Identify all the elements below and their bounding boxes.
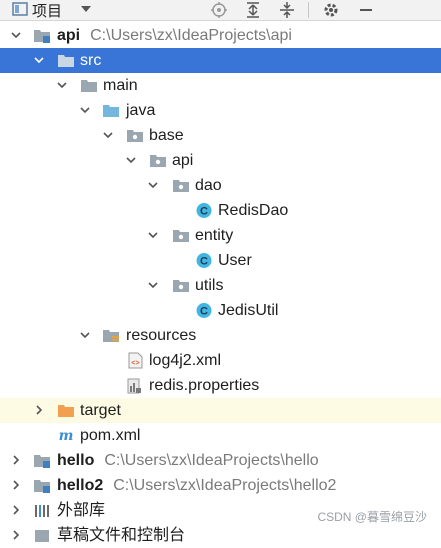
svg-text:C: C — [200, 206, 208, 218]
class-icon: C — [196, 303, 212, 318]
tree-label-dao: dao — [195, 177, 222, 194]
xml-file-icon: <> — [128, 352, 143, 369]
source-folder-icon — [103, 105, 119, 117]
project-tree: api C:\Users\zx\IdeaProjects\api src main… — [0, 23, 441, 544]
tree-label-log4j2: log4j2.xml — [149, 352, 222, 369]
project-view-title[interactable]: 项目 — [32, 0, 62, 21]
scratches-icon — [35, 530, 49, 542]
tree-label-resources: resources — [126, 327, 197, 344]
hide-icon[interactable] — [357, 1, 375, 19]
tree-row-redisdao[interactable]: C RedisDao — [0, 198, 441, 223]
collapse-all-icon[interactable] — [278, 1, 296, 19]
tree-label-hello: hello C:\Users\zx\IdeaProjects\hello — [57, 452, 319, 469]
tree-label-user: User — [218, 252, 252, 269]
tree-label-entity: entity — [195, 227, 234, 244]
project-view-icon — [12, 2, 28, 16]
dropdown-caret-icon[interactable] — [80, 3, 92, 15]
maven-icon: m — [59, 428, 74, 444]
package-icon — [150, 155, 166, 167]
chevron-down-icon[interactable] — [33, 54, 45, 66]
tree-row-scratches[interactable]: 草稿文件和控制台 — [0, 523, 441, 548]
tree-row-api-package[interactable]: api — [0, 148, 441, 173]
tree-path-hello: C:\Users\zx\IdeaProjects\hello — [104, 452, 319, 469]
svg-text:C: C — [200, 256, 208, 268]
tree-label-main: main — [103, 77, 138, 94]
tree-row-resources[interactable]: resources — [0, 323, 441, 348]
tree-row-redis-properties[interactable]: redis.properties — [0, 373, 441, 398]
chevron-down-icon[interactable] — [79, 104, 91, 116]
class-icon: C — [196, 253, 212, 268]
class-icon: C — [196, 203, 212, 218]
tree-row-entity[interactable]: entity — [0, 223, 441, 248]
chevron-down-icon[interactable] — [125, 154, 137, 166]
package-icon — [127, 130, 143, 142]
tree-label-pom: pom.xml — [80, 427, 141, 444]
tree-label-java: java — [126, 102, 156, 119]
svg-text:<>: <> — [131, 360, 139, 368]
tree-row-pom[interactable]: m pom.xml — [0, 423, 441, 448]
excluded-folder-icon — [58, 405, 74, 417]
tree-label-api: api C:\Users\zx\IdeaProjects\api — [57, 27, 292, 44]
tree-row-java[interactable]: java — [0, 98, 441, 123]
chevron-down-icon[interactable] — [147, 179, 159, 191]
tree-path-api: C:\Users\zx\IdeaProjects\api — [90, 27, 292, 44]
chevron-right-icon[interactable] — [10, 454, 22, 466]
chevron-down-icon[interactable] — [56, 79, 68, 91]
chevron-right-icon[interactable] — [33, 404, 45, 416]
tree-path-hello2: C:\Users\zx\IdeaProjects\hello2 — [113, 477, 337, 494]
tree-label-scratches: 草稿文件和控制台 — [57, 527, 186, 544]
tree-row-hello[interactable]: hello C:\Users\zx\IdeaProjects\hello — [0, 448, 441, 473]
folder-icon — [81, 80, 97, 92]
tree-row-jedisutil[interactable]: C JedisUtil — [0, 298, 441, 323]
chevron-down-icon[interactable] — [10, 29, 22, 41]
package-icon — [173, 230, 189, 242]
watermark: CSDN @暮雪绵豆沙 — [317, 510, 427, 524]
tree-label-api-package: api — [172, 152, 194, 169]
tree-label-hello2: hello2 C:\Users\zx\IdeaProjects\hello2 — [57, 477, 337, 494]
tree-row-src[interactable]: src — [0, 48, 441, 73]
resources-folder-icon — [103, 330, 119, 342]
library-icon — [35, 505, 49, 517]
tree-row-dao[interactable]: dao — [0, 173, 441, 198]
tree-row-log4j2[interactable]: <> log4j2.xml — [0, 348, 441, 373]
settings-icon[interactable] — [322, 1, 340, 19]
tree-label-redis-properties: redis.properties — [149, 377, 260, 394]
svg-text:m: m — [59, 428, 74, 444]
tree-label-redisdao: RedisDao — [218, 202, 289, 219]
tree-row-utils[interactable]: utils — [0, 273, 441, 298]
tree-row-hello2[interactable]: hello2 C:\Users\zx\IdeaProjects\hello2 — [0, 473, 441, 498]
folder-icon — [58, 55, 74, 67]
svg-text:C: C — [200, 306, 208, 318]
tree-label-base: base — [149, 127, 184, 144]
tree-label-src: src — [80, 52, 102, 69]
module-folder-icon — [34, 455, 50, 468]
module-folder-icon — [34, 480, 50, 493]
module-folder-icon — [34, 30, 50, 43]
tree-label-target: target — [80, 402, 121, 419]
tree-row-target[interactable]: target — [0, 398, 441, 423]
chevron-right-icon[interactable] — [10, 529, 22, 541]
tree-row-api[interactable]: api C:\Users\zx\IdeaProjects\api — [0, 23, 441, 48]
properties-file-icon — [127, 378, 141, 394]
chevron-down-icon[interactable] — [102, 129, 114, 141]
package-icon — [173, 280, 189, 292]
chevron-right-icon[interactable] — [10, 504, 22, 516]
tree-row-user[interactable]: C User — [0, 248, 441, 273]
expand-all-icon[interactable] — [244, 1, 262, 19]
locate-icon[interactable] — [210, 1, 228, 19]
chevron-down-icon[interactable] — [79, 329, 91, 341]
toolbar-separator — [308, 2, 309, 18]
project-toolbar: 项目 — [0, 0, 441, 21]
tree-row-base[interactable]: base — [0, 123, 441, 148]
tree-row-main[interactable]: main — [0, 73, 441, 98]
package-icon — [173, 180, 189, 192]
tree-label-utils: utils — [195, 277, 224, 294]
tree-label-external-libraries: 外部库 — [57, 502, 106, 519]
tree-label-jedisutil: JedisUtil — [218, 302, 279, 319]
chevron-down-icon[interactable] — [147, 279, 159, 291]
chevron-down-icon[interactable] — [147, 229, 159, 241]
chevron-right-icon[interactable] — [10, 479, 22, 491]
